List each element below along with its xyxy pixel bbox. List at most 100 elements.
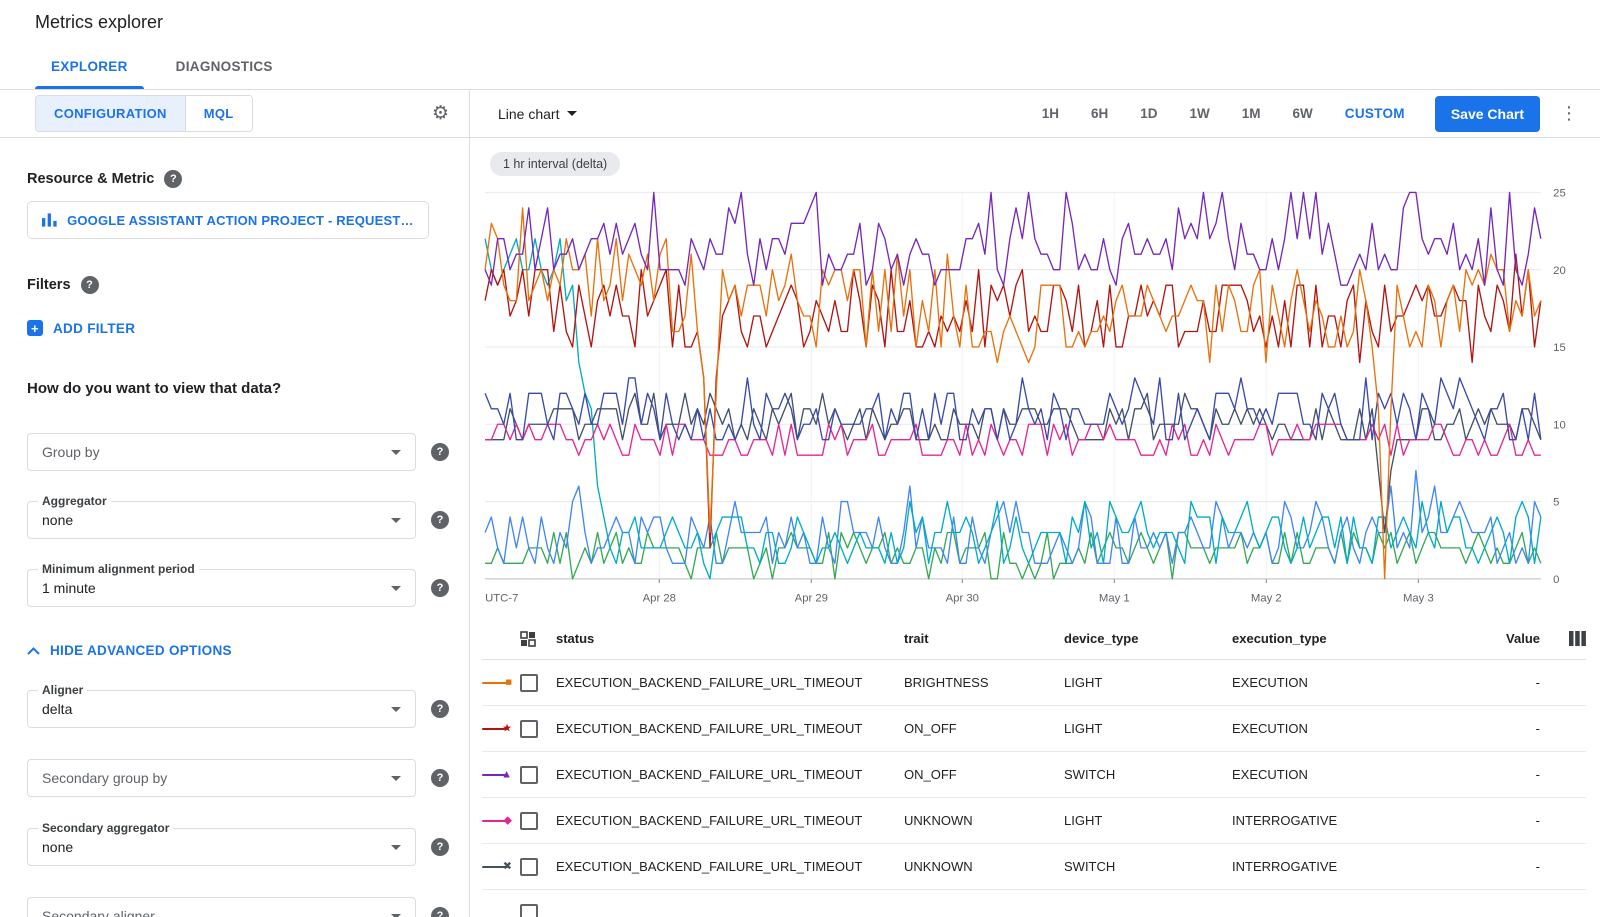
status-cell: EXECUTION_BACKEND_FAILURE_URL_TIMEOUT (556, 767, 904, 782)
execution-type-cell: INTERROGATIVE (1232, 859, 1482, 874)
execution-type-cell: EXECUTION (1232, 675, 1482, 690)
table-body: ■ EXECUTION_BACKEND_FAILURE_URL_TIMEOUT … (482, 660, 1586, 917)
table-header: status trait device_type execution_type … (482, 618, 1586, 660)
time-range-1w[interactable]: 1W (1190, 106, 1210, 121)
secondary-aggregator-row: Secondary aggregator none (27, 828, 449, 866)
column-settings-icon[interactable] (1569, 631, 1586, 646)
series-marker-icon (482, 906, 512, 917)
table-row: ◆ EXECUTION_BACKEND_FAILURE_URL_TIMEOUT … (482, 798, 1586, 844)
secondary-group-by-help-icon[interactable] (431, 769, 449, 787)
add-filter-button[interactable]: ADD FILTER (27, 320, 135, 336)
execution-type-cell: EXECUTION (1232, 721, 1482, 736)
row-checkbox[interactable] (520, 812, 538, 830)
time-range-6h[interactable]: 6H (1091, 106, 1108, 121)
panel-toolbar: CONFIGURATION MQL (0, 90, 469, 138)
status-cell: EXECUTION_BACKEND_FAILURE_URL_TIMEOUT (556, 675, 904, 690)
row-checkbox[interactable] (520, 720, 538, 738)
svg-text:May 2: May 2 (1251, 593, 1282, 605)
resource-metric-help-icon[interactable] (164, 170, 182, 188)
group-by-row: Group by (27, 433, 449, 471)
aggregator-help-icon[interactable] (431, 511, 449, 529)
svg-text:10: 10 (1553, 419, 1566, 431)
svg-text:15: 15 (1553, 342, 1566, 354)
group-by-select[interactable]: Group by (27, 433, 416, 471)
value-cell: - (1482, 721, 1540, 736)
alignment-period-row: Minimum alignment period 1 minute (27, 569, 449, 607)
configuration-panel: CONFIGURATION MQL Resource & Metric (0, 90, 470, 917)
series-marker-icon: ★ (482, 722, 512, 736)
svg-text:20: 20 (1553, 265, 1566, 277)
trait-cell: ON_OFF (904, 721, 1064, 736)
chevron-down-icon (391, 518, 401, 523)
chevron-down-icon (391, 845, 401, 850)
secondary-aggregator-help-icon[interactable] (431, 838, 449, 856)
filters-heading: Filters (27, 276, 449, 294)
metrics-explorer-app: Metrics explorer EXPLORER DIAGNOSTICS CO… (0, 0, 1600, 917)
chevron-down-icon (391, 450, 401, 455)
aligner-row: Aligner delta (27, 690, 449, 728)
aggregator-row: Aggregator none (27, 501, 449, 539)
line-chart: 0510152025UTC-7Apr 28Apr 29Apr 30May 1Ma… (482, 182, 1584, 610)
aligner-help-icon[interactable] (431, 700, 449, 718)
row-checkbox[interactable] (520, 904, 538, 917)
time-range-1d[interactable]: 1D (1140, 106, 1157, 121)
series-marker-icon: ✖ (482, 860, 512, 874)
time-range-6w[interactable]: 6W (1293, 106, 1313, 121)
row-checkbox[interactable] (520, 674, 538, 692)
column-device-type: device_type (1064, 631, 1232, 646)
legend-table: status trait device_type execution_type … (470, 618, 1600, 917)
series-marker-icon: ■ (482, 676, 512, 690)
secondary-aggregator-select[interactable]: Secondary aggregator none (27, 828, 416, 866)
trait-cell: BRIGHTNESS (904, 675, 1064, 690)
secondary-aligner-help-icon[interactable] (431, 907, 449, 917)
chevron-down-icon (391, 586, 401, 591)
svg-text:5: 5 (1553, 497, 1559, 509)
time-range-1h[interactable]: 1H (1042, 106, 1059, 121)
interval-badge: 1 hr interval (delta) (490, 152, 620, 176)
svg-text:May 3: May 3 (1403, 593, 1434, 605)
chevron-down-icon (567, 111, 577, 116)
aligner-select[interactable]: Aligner delta (27, 690, 416, 728)
group-by-help-icon[interactable] (431, 443, 449, 461)
configuration-toggle[interactable]: CONFIGURATION (36, 96, 185, 131)
tab-explorer[interactable]: EXPLORER (27, 44, 152, 89)
trait-cell: ON_OFF (904, 767, 1064, 782)
add-icon (27, 320, 43, 336)
svg-text:UTC-7: UTC-7 (485, 593, 518, 605)
time-range-group: 1H 6H 1D 1W 1M 6W (1042, 106, 1313, 121)
row-checkbox[interactable] (520, 766, 538, 784)
alignment-period-help-icon[interactable] (431, 579, 449, 597)
table-row: ✖ EXECUTION_BACKEND_FAILURE_URL_TIMEOUT … (482, 844, 1586, 890)
status-cell: EXECUTION_BACKEND_FAILURE_URL_TIMEOUT (556, 813, 904, 828)
chart-type-select[interactable]: Line chart (498, 106, 577, 122)
svg-text:May 1: May 1 (1099, 593, 1130, 605)
metric-chip[interactable]: GOOGLE ASSISTANT ACTION PROJECT - REQUES… (27, 201, 429, 239)
more-options-icon[interactable] (1556, 103, 1582, 124)
tab-bar: EXPLORER DIAGNOSTICS (0, 44, 1600, 90)
hide-advanced-options-button[interactable]: HIDE ADVANCED OPTIONS (27, 643, 232, 658)
chevron-down-icon (391, 707, 401, 712)
bar-chart-icon (42, 213, 57, 227)
table-row: ■ EXECUTION_BACKEND_FAILURE_URL_TIMEOUT … (482, 660, 1586, 706)
table-row: ▲ EXECUTION_BACKEND_FAILURE_URL_TIMEOUT … (482, 752, 1586, 798)
alignment-period-select[interactable]: Minimum alignment period 1 minute (27, 569, 416, 607)
device-type-cell: LIGHT (1064, 675, 1232, 690)
status-cell: EXECUTION_BACKEND_FAILURE_URL_TIMEOUT (556, 859, 904, 874)
row-checkbox[interactable] (520, 858, 538, 876)
mql-toggle[interactable]: MQL (185, 96, 252, 131)
time-range-custom[interactable]: CUSTOM (1345, 106, 1405, 121)
chart-section: 1 hr interval (delta) 0510152025UTC-7Apr… (470, 138, 1600, 610)
device-type-cell: LIGHT (1064, 721, 1232, 736)
svg-text:Apr 30: Apr 30 (946, 593, 979, 605)
save-chart-button[interactable]: Save Chart (1435, 96, 1540, 132)
settings-gear-icon[interactable] (432, 104, 449, 123)
tab-diagnostics[interactable]: DIAGNOSTICS (152, 44, 297, 89)
time-range-1m[interactable]: 1M (1242, 106, 1261, 121)
filters-help-icon[interactable] (81, 276, 99, 294)
secondary-aligner-select[interactable]: Secondary aligner (27, 897, 416, 917)
svg-text:25: 25 (1553, 187, 1566, 199)
chart-toolbar: Line chart 1H 6H 1D 1W 1M 6W CUSTOM Save… (470, 90, 1600, 138)
select-series-icon[interactable] (520, 631, 536, 647)
aggregator-select[interactable]: Aggregator none (27, 501, 416, 539)
secondary-group-by-select[interactable]: Secondary group by (27, 759, 416, 797)
